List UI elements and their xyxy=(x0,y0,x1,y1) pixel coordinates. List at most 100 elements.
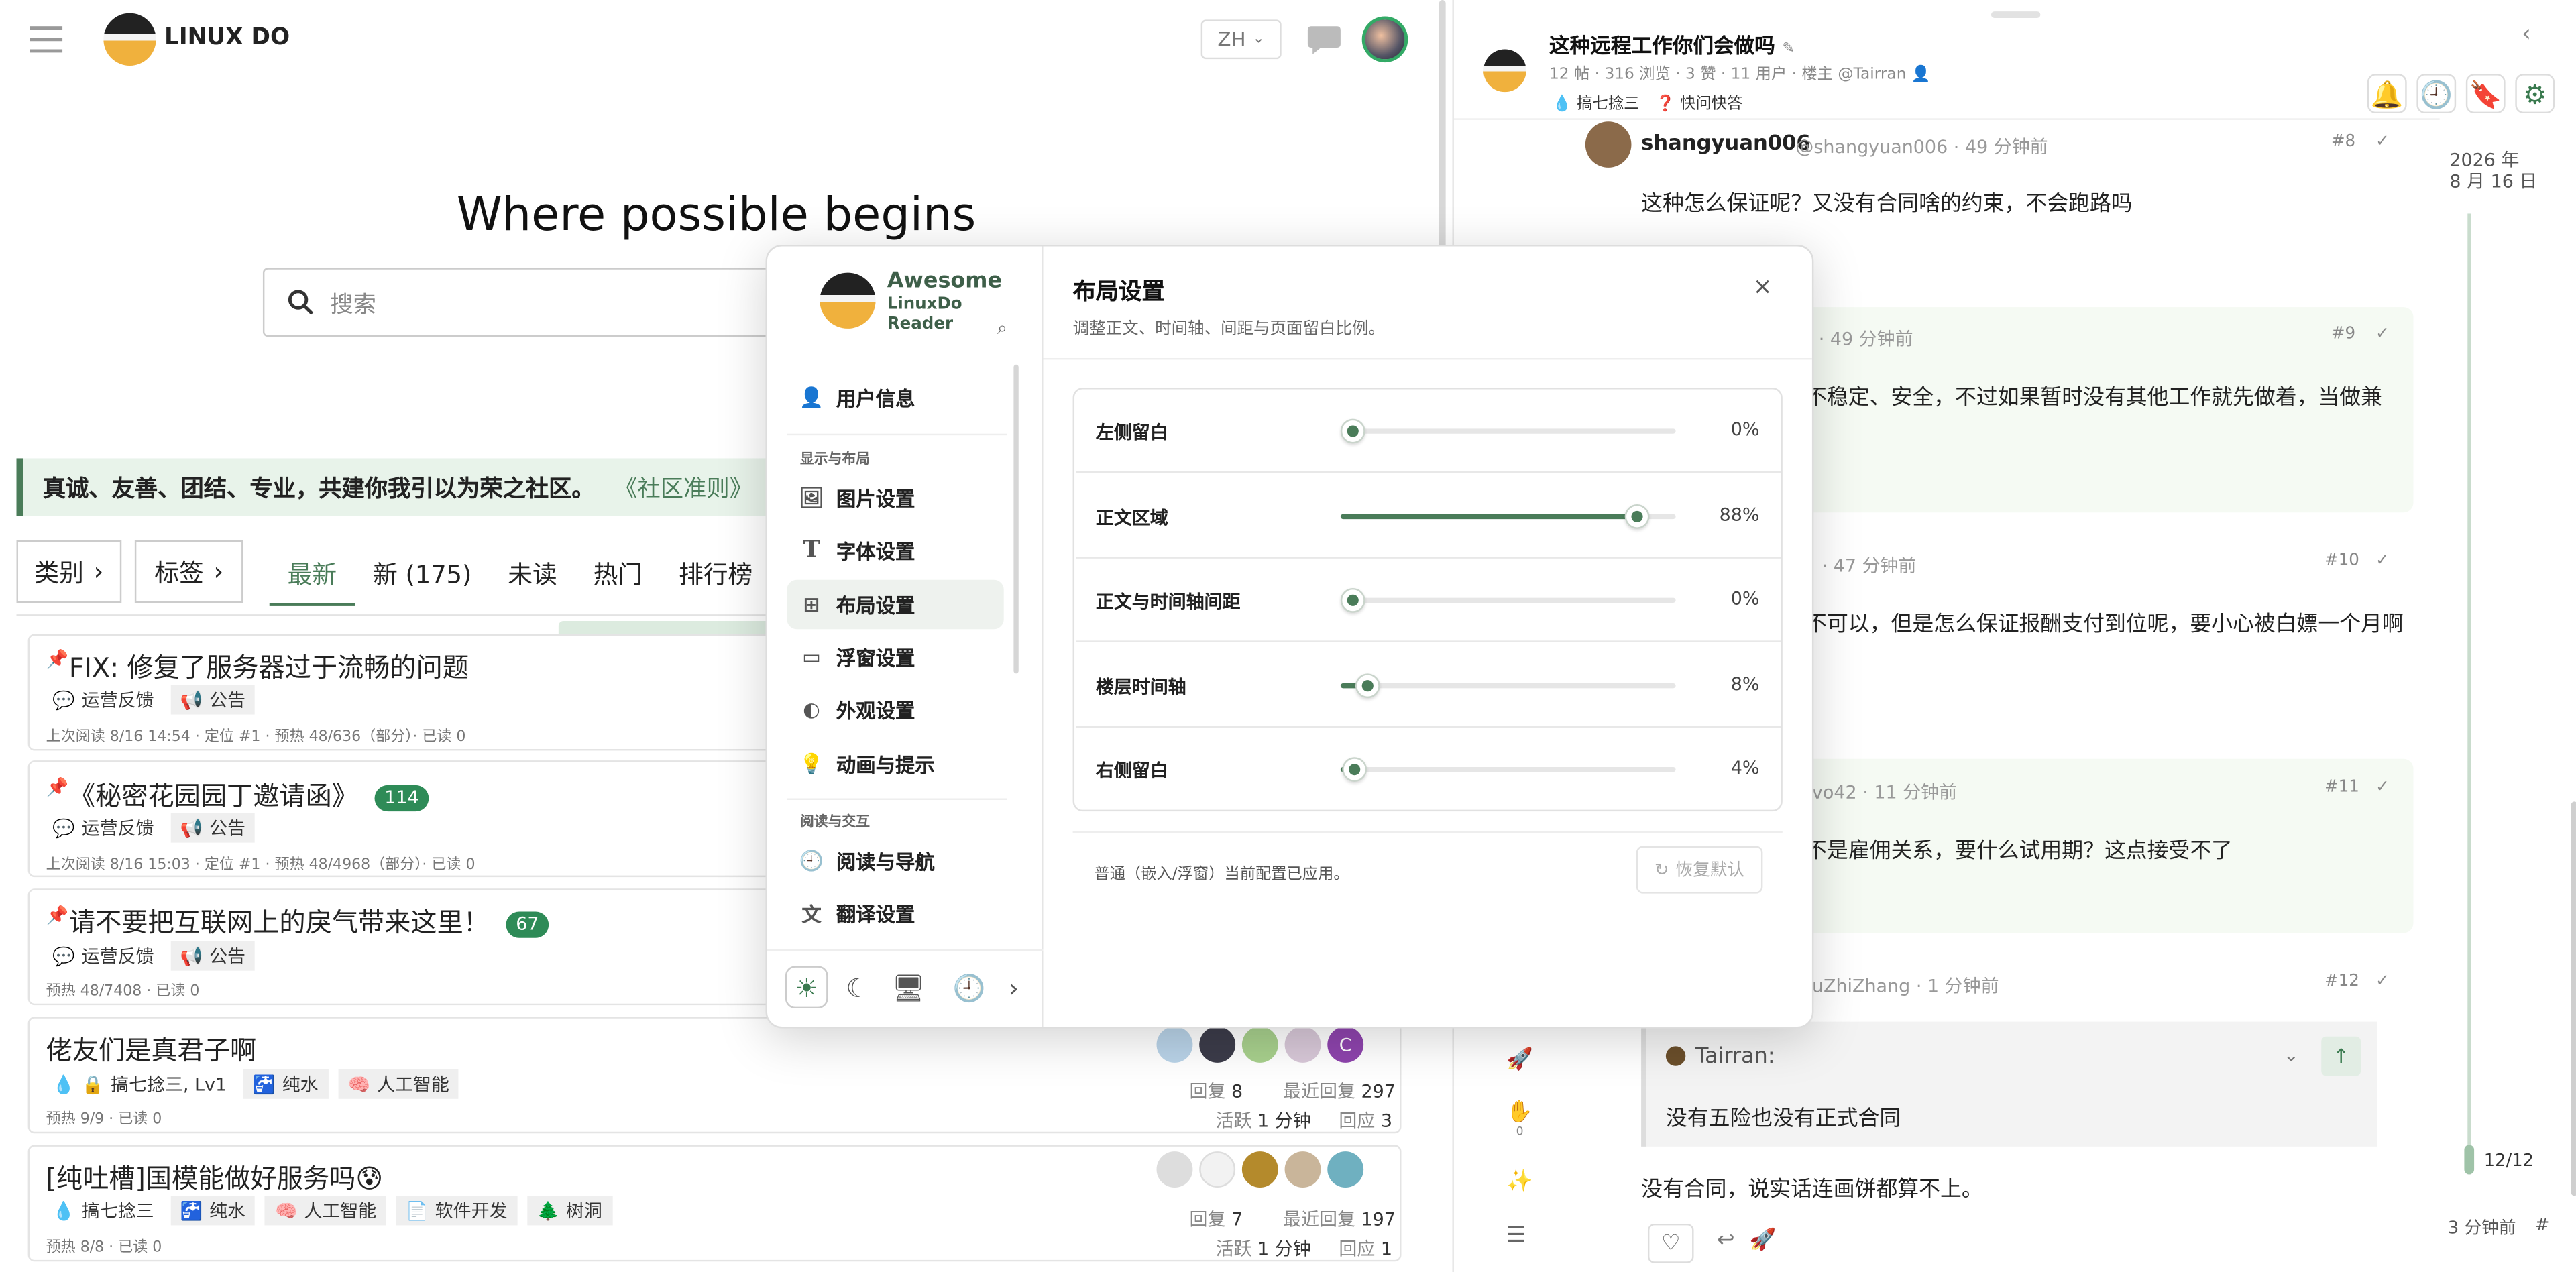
chevron-right-icon[interactable]: › xyxy=(993,966,1035,1008)
dark-theme-moon-icon[interactable]: ☾ xyxy=(836,966,879,1008)
history-clock-icon[interactable]: 🕘 xyxy=(2416,74,2457,114)
quote-author[interactable]: Tairran: xyxy=(1695,1045,1775,1069)
rocket-icon[interactable]: 🚀 xyxy=(1750,1228,1777,1253)
drag-handle[interactable] xyxy=(1991,11,2041,18)
nav-reading-navigation[interactable]: 🕘 阅读与导航 xyxy=(787,836,1003,885)
hamburger-menu-icon[interactable] xyxy=(30,21,66,58)
topic-title[interactable]: 请不要把互联网上的戾气带来这里！ 67 xyxy=(69,900,549,939)
avatar[interactable] xyxy=(1199,1151,1236,1188)
search-icon[interactable]: ⌕ xyxy=(997,317,1007,340)
avatar[interactable] xyxy=(1327,1151,1364,1188)
nav-appearance-settings[interactable]: ◐ 外观设置 xyxy=(787,685,1003,734)
sidebar-scrollbar[interactable] xyxy=(1013,364,1019,674)
light-theme-sun-icon[interactable]: ☀ xyxy=(785,966,828,1009)
avatar[interactable] xyxy=(1156,1151,1193,1188)
topic-row[interactable]: 佬友们是真君子啊 💧 🔒 搞七捻三, Lv1 🚰 纯水 🧠 人工智能 预热 9/9 · … xyxy=(27,1017,1402,1134)
community-guidelines-link[interactable]: 《社区准则》 xyxy=(614,471,752,504)
search-box[interactable]: 搜索 xyxy=(262,268,789,337)
topic-title[interactable]: 佬友们是真君子啊 xyxy=(46,1028,257,1067)
avatar[interactable] xyxy=(1241,1027,1278,1063)
thread-category-tag[interactable]: 💧 搞七捻三 xyxy=(1553,91,1640,113)
avatar[interactable] xyxy=(1284,1151,1321,1188)
language-select[interactable]: ZH ⌄ xyxy=(1200,19,1282,60)
post-number[interactable]: #11 xyxy=(2325,778,2359,797)
avatar[interactable] xyxy=(1585,121,1632,168)
slider-knob[interactable] xyxy=(1340,587,1365,613)
timeline-thumb[interactable] xyxy=(2464,1145,2475,1175)
hash-link[interactable]: # xyxy=(2535,1216,2550,1235)
slider-knob[interactable] xyxy=(1340,418,1365,444)
post-number[interactable]: #12 xyxy=(2325,972,2359,990)
slider-knob[interactable] xyxy=(1355,673,1380,699)
reset-default-button[interactable]: ↻ 恢复默认 xyxy=(1636,846,1763,894)
tab-hot[interactable]: 热门 xyxy=(575,544,661,606)
chevron-down-icon[interactable]: ⌄ xyxy=(2284,1045,2299,1066)
nav-animation-settings[interactable]: 💡 动画与提示 xyxy=(787,739,1003,788)
topic-tag[interactable]: 📢 公告 xyxy=(170,685,256,715)
bookmark-icon[interactable]: 🔖 xyxy=(2465,74,2506,114)
reply-arrow-icon[interactable]: ↩ xyxy=(1717,1228,1735,1253)
avatar[interactable]: C xyxy=(1327,1027,1364,1063)
tab-new[interactable]: 新 (175) xyxy=(355,544,490,606)
chat-icon[interactable] xyxy=(1303,19,1346,59)
topic-tag[interactable]: 🧠 人工智能 xyxy=(265,1196,386,1226)
edit-pencil-icon[interactable]: ✎ xyxy=(1783,41,1795,57)
heart-icon[interactable]: ♡ xyxy=(1647,1223,1694,1263)
post-number[interactable]: #9 xyxy=(2331,325,2355,343)
user-avatar[interactable] xyxy=(1361,16,1408,63)
list-icon[interactable]: ☰ xyxy=(1506,1224,1526,1249)
topic-tag[interactable]: 📢 公告 xyxy=(170,941,256,971)
system-theme-monitor-icon[interactable]: 🖥 xyxy=(887,966,930,1008)
topic-tag[interactable]: 🧠 人工智能 xyxy=(338,1069,459,1099)
tab-leaderboard[interactable]: 排行榜 xyxy=(661,544,771,606)
topic-tag[interactable]: 📢 公告 xyxy=(170,813,256,843)
floor-timeline-slider[interactable] xyxy=(1340,673,1676,699)
topic-tag[interactable]: 📄 软件开发 xyxy=(396,1196,518,1226)
close-icon[interactable]: × xyxy=(1753,274,1773,300)
topic-category[interactable]: 💧 搞七捻三 xyxy=(52,1198,154,1224)
schedule-clock-icon[interactable]: 🕘 xyxy=(948,966,991,1008)
content-timeline-gap-slider[interactable] xyxy=(1340,587,1676,613)
settings-sliders-icon[interactable]: ⚙ xyxy=(2515,74,2555,114)
slider-knob[interactable] xyxy=(1342,757,1367,783)
left-margin-slider[interactable] xyxy=(1340,418,1676,444)
hand-icon[interactable]: ✋ 0 xyxy=(1506,1100,1533,1138)
timeline-track[interactable] xyxy=(2464,213,2475,1175)
nav-font-settings[interactable]: T 字体设置 xyxy=(787,526,1003,575)
thread-scrollbar[interactable] xyxy=(2571,801,2576,1196)
arrow-up-icon[interactable]: ↑ xyxy=(2321,1036,2361,1076)
topic-category[interactable]: 💧 🔒 搞七捻三, Lv1 xyxy=(52,1071,227,1097)
avatar[interactable] xyxy=(1241,1151,1278,1188)
avatar[interactable] xyxy=(1284,1027,1321,1063)
rocket-icon[interactable]: 🚀 xyxy=(1506,1048,1533,1073)
topic-title[interactable]: FIX: 修复了服务器过于流畅的问题 xyxy=(69,646,469,685)
topic-tag[interactable]: 🚰 纯水 xyxy=(243,1069,329,1099)
topic-category[interactable]: 💬 运营反馈 xyxy=(52,815,154,841)
tab-unread[interactable]: 未读 xyxy=(490,544,575,606)
post-number[interactable]: #8 xyxy=(2331,133,2355,151)
content-area-slider[interactable] xyxy=(1340,504,1676,529)
tab-latest[interactable]: 最新 xyxy=(269,544,355,606)
post-author[interactable]: shangyuan006 xyxy=(1641,130,1811,155)
topic-category[interactable]: 💬 运营反馈 xyxy=(52,687,154,713)
nav-layout-settings[interactable]: ⊞ 布局设置 xyxy=(787,579,1004,630)
topic-title[interactable]: 《秘密花园园丁邀请函》 114 xyxy=(69,774,429,813)
category-filter-button[interactable]: 类别 › xyxy=(16,540,122,603)
nav-image-settings[interactable]: 🖼 图片设置 xyxy=(787,473,1003,522)
topic-tag[interactable]: 🚰 纯水 xyxy=(170,1196,256,1226)
thread-tag[interactable]: ❓ 快问快答 xyxy=(1656,91,1743,113)
notification-bell-icon[interactable]: 🔔 xyxy=(2367,74,2407,114)
thread-title[interactable]: 这种远程工作你们会做吗 ✎ xyxy=(1549,28,1795,60)
site-name[interactable]: LINUX DO xyxy=(164,25,290,51)
topic-category[interactable]: 💬 运营反馈 xyxy=(52,943,154,969)
sparkle-icon[interactable]: ✨ xyxy=(1506,1169,1533,1194)
topic-row[interactable]: [纯吐槽]国模能做好服务吗😰 💧 搞七捻三 🚰 纯水 🧠 人工智能 📄 软件开发 🌲 树洞… xyxy=(27,1145,1402,1262)
timeline-day[interactable]: 8 月 16 日 xyxy=(2449,168,2537,194)
slider-knob[interactable] xyxy=(1624,504,1650,529)
topic-title[interactable]: [纯吐槽]国模能做好服务吗😰 xyxy=(46,1157,384,1196)
nav-translation-settings[interactable]: 文翻译设置 xyxy=(787,888,1003,937)
avatar[interactable] xyxy=(1199,1027,1236,1063)
nav-window-settings[interactable]: ▭ 浮窗设置 xyxy=(787,632,1003,681)
tags-filter-button[interactable]: 标签 › xyxy=(134,540,243,603)
site-logo[interactable] xyxy=(103,13,156,66)
